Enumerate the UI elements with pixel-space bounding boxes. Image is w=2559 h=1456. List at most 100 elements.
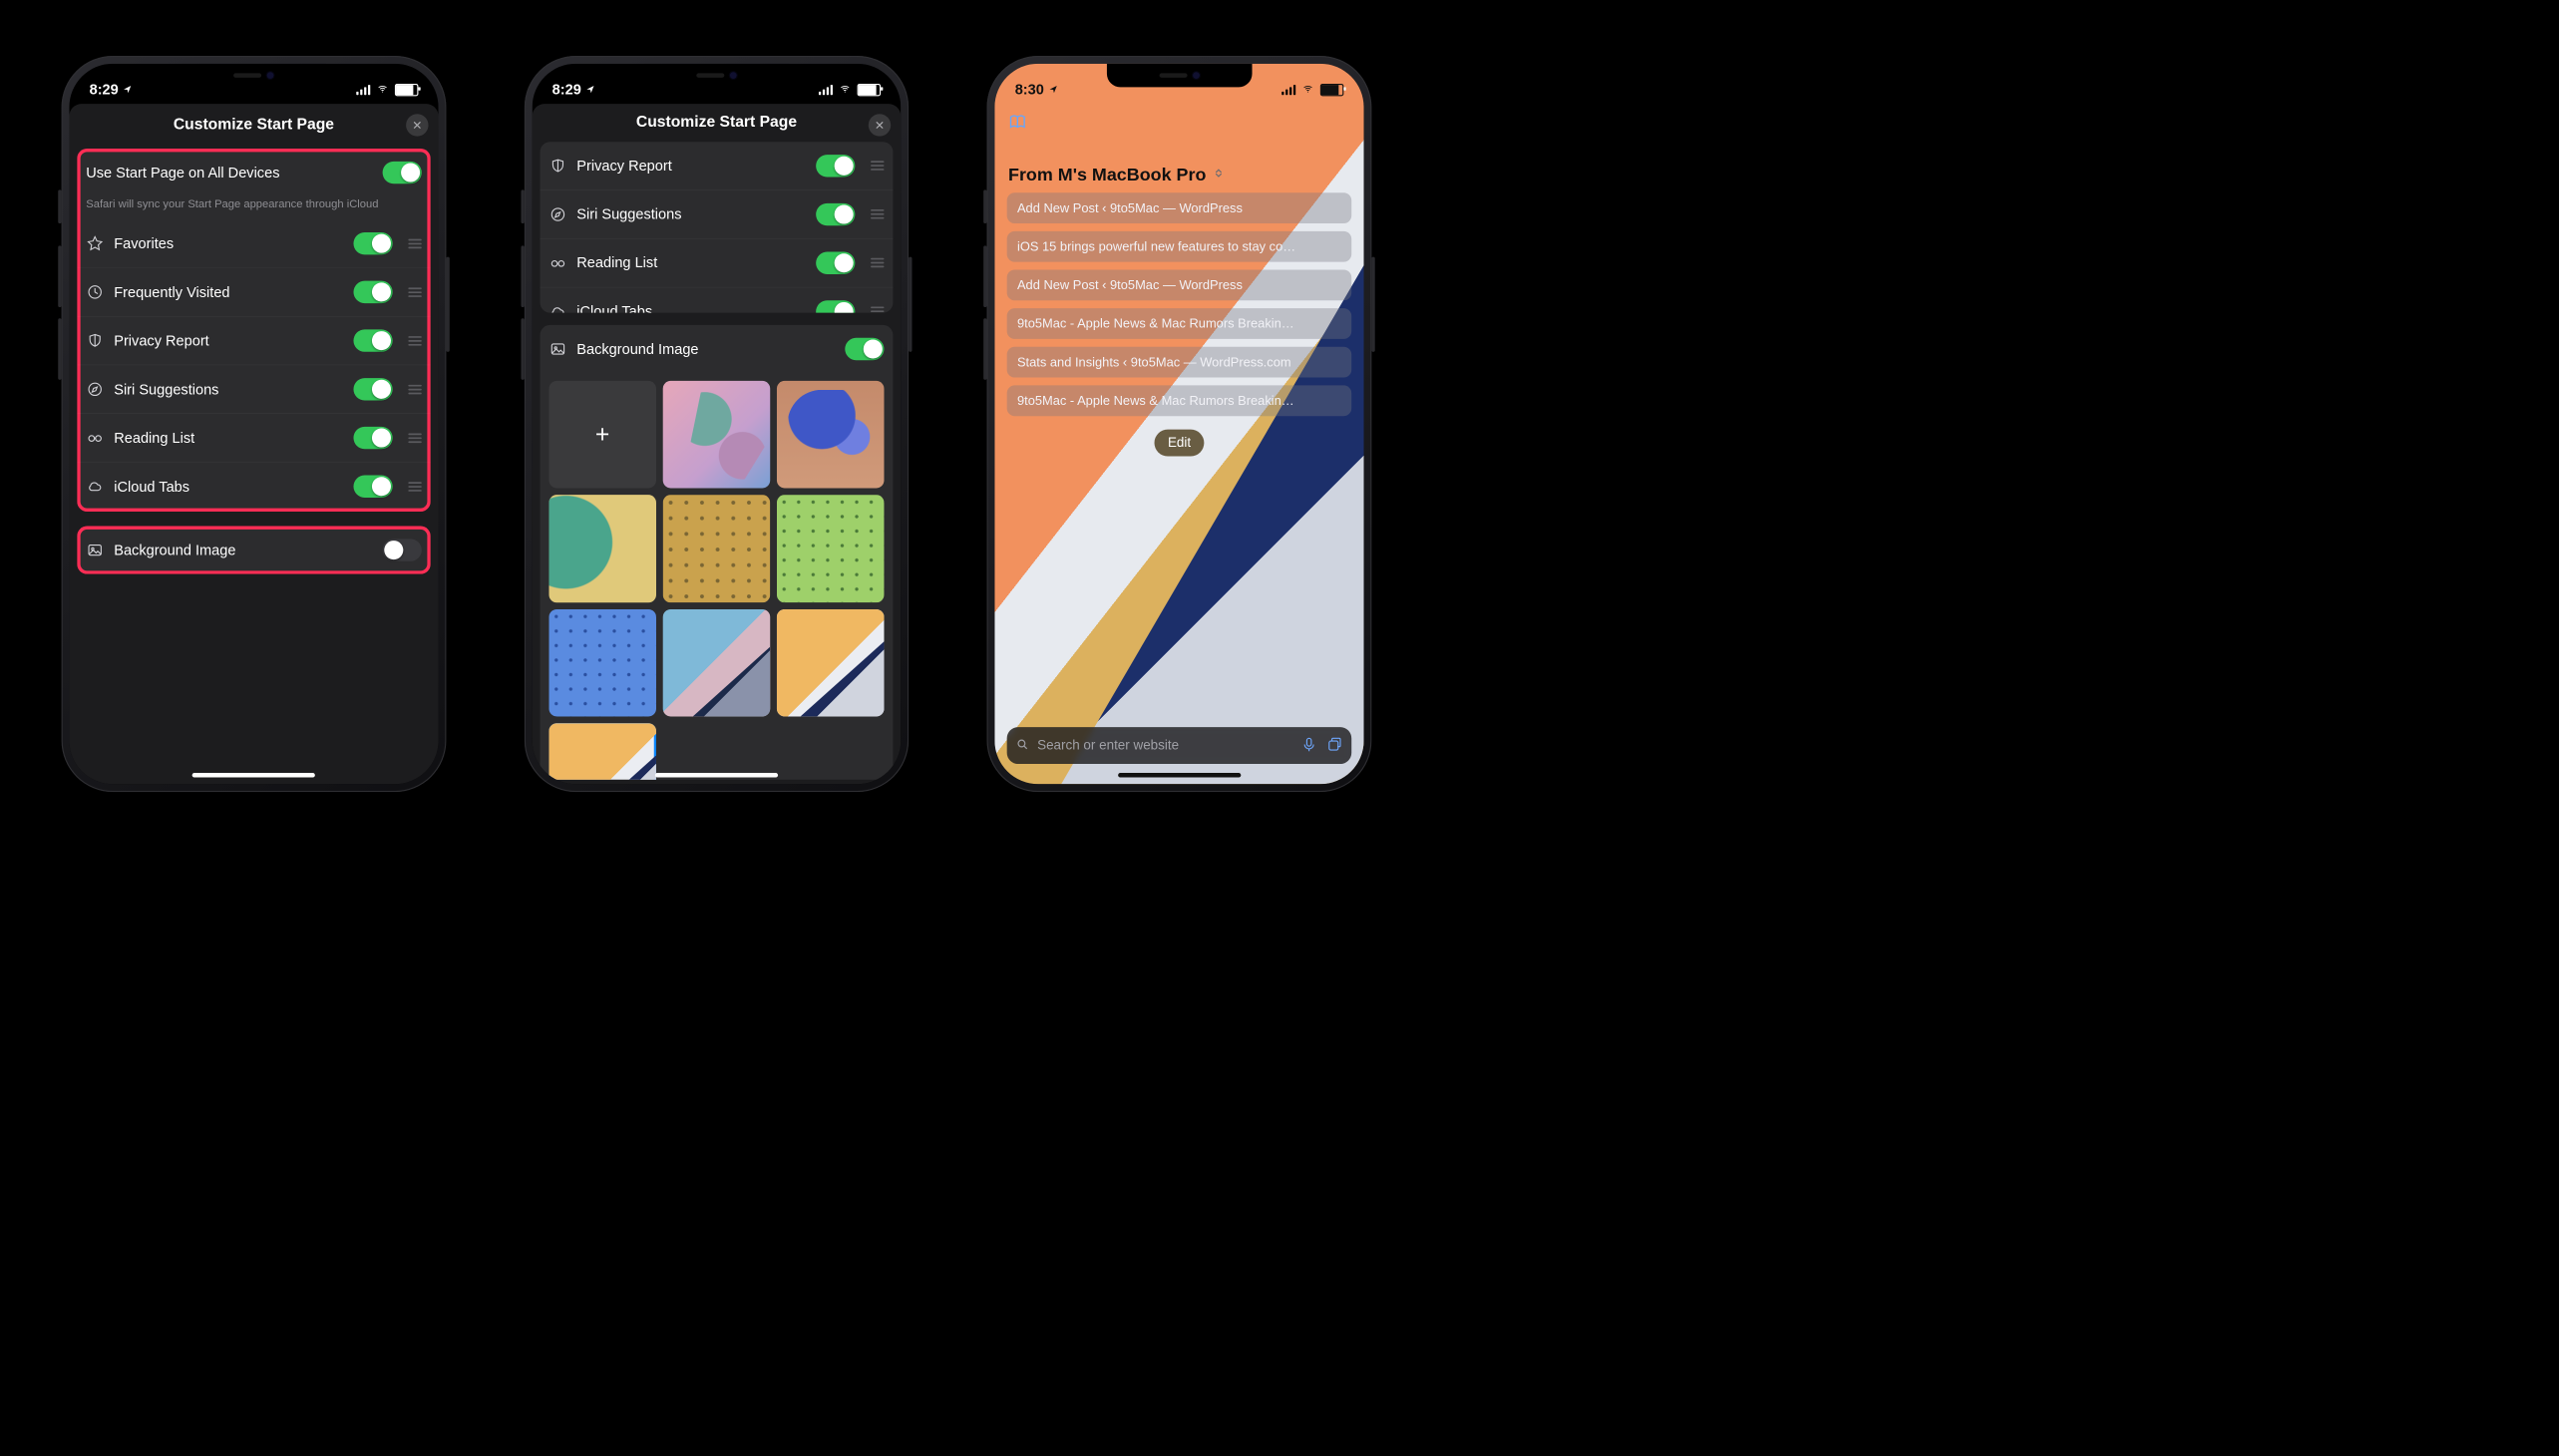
option-row-star[interactable]: Favorites: [77, 219, 430, 267]
cellular-icon: [1281, 85, 1295, 95]
option-toggle[interactable]: [353, 476, 392, 498]
phone-3: 8:30 From M's MacBook Pro Add New Post ‹…: [987, 56, 1372, 792]
background-image-label: Background Image: [576, 340, 835, 357]
section-header[interactable]: From M's MacBook Pro: [1008, 165, 1350, 185]
clock-icon: [86, 283, 104, 301]
background-thumb-fold-1[interactable]: [663, 609, 771, 717]
option-row-shield[interactable]: Privacy Report: [540, 142, 893, 189]
start-page-content: From M's MacBook Pro Add New Post ‹ 9to5…: [995, 149, 1364, 711]
close-button[interactable]: [869, 114, 891, 136]
sheet-title: Customize Start Page: [174, 115, 334, 133]
handoff-link[interactable]: Add New Post ‹ 9to5Mac — WordPress: [1007, 269, 1351, 300]
background-thumb-butterfly[interactable]: [663, 381, 771, 489]
option-row-shield[interactable]: Privacy Report: [77, 316, 430, 365]
option-toggle[interactable]: [353, 281, 392, 303]
sync-help-text: Safari will sync your Start Page appeara…: [77, 196, 430, 219]
bookmarks-icon[interactable]: [1008, 113, 1027, 135]
home-indicator[interactable]: [1118, 773, 1241, 777]
section-title: From M's MacBook Pro: [1008, 165, 1206, 185]
close-button[interactable]: [406, 114, 428, 136]
handoff-link[interactable]: Stats and Insights ‹ 9to5Mac — WordPress…: [1007, 347, 1351, 378]
option-toggle[interactable]: [816, 251, 855, 273]
drag-handle-icon[interactable]: [408, 238, 421, 248]
home-indicator[interactable]: [655, 773, 778, 777]
image-icon: [548, 340, 566, 358]
status-time: 8:30: [1015, 81, 1044, 98]
background-image-section: Background Image +: [540, 325, 893, 780]
shield-icon: [86, 332, 104, 350]
background-thumbnails: +: [540, 373, 893, 780]
background-thumb-fold-2[interactable]: [548, 723, 656, 780]
options-section-highlighted: Use Start Page on All Devices Safari wil…: [77, 149, 430, 512]
option-label: Reading List: [576, 254, 806, 271]
handoff-link[interactable]: 9to5Mac - Apple News & Mac Rumors Breaki…: [1007, 308, 1351, 339]
sync-toggle[interactable]: [382, 162, 421, 183]
edit-button[interactable]: Edit: [1155, 430, 1205, 457]
background-thumb-dotted-g[interactable]: [777, 495, 885, 602]
wifi-icon: [839, 81, 852, 98]
option-row-glasses[interactable]: Reading List: [540, 238, 893, 287]
handoff-link[interactable]: iOS 15 brings powerful new features to s…: [1007, 231, 1351, 262]
drag-handle-icon[interactable]: [871, 307, 884, 313]
background-image-toggle[interactable]: [845, 338, 884, 360]
option-toggle[interactable]: [353, 427, 392, 449]
background-thumb-dotted-b[interactable]: [548, 609, 656, 717]
drag-handle-icon[interactable]: [871, 258, 884, 268]
dictation-icon[interactable]: [1301, 736, 1317, 754]
option-row-cloud[interactable]: iCloud Tabs: [77, 462, 430, 511]
background-thumb-fold-2[interactable]: [777, 609, 885, 717]
handoff-link[interactable]: Add New Post ‹ 9to5Mac — WordPress: [1007, 192, 1351, 223]
background-image-row[interactable]: Background Image: [77, 527, 430, 574]
background-thumb-crab[interactable]: [777, 381, 885, 489]
drag-handle-icon[interactable]: [871, 161, 884, 171]
background-thumb-dotted-y[interactable]: [663, 495, 771, 602]
drag-handle-icon[interactable]: [408, 385, 421, 395]
background-image-toggle[interactable]: [382, 539, 421, 560]
tabs-icon[interactable]: [1327, 736, 1343, 754]
drag-handle-icon[interactable]: [408, 433, 421, 443]
compass-icon: [86, 380, 104, 398]
option-toggle[interactable]: [816, 300, 855, 313]
option-toggle[interactable]: [353, 232, 392, 254]
add-background-button[interactable]: +: [548, 381, 656, 489]
wifi-icon: [1301, 81, 1314, 98]
shield-icon: [548, 157, 566, 175]
phone-2: 8:29 Customize Start Page Privacy Report…: [525, 56, 910, 792]
safari-toolbar: [995, 104, 1364, 143]
cellular-icon: [819, 85, 833, 95]
option-label: Siri Suggestions: [576, 205, 806, 222]
option-toggle[interactable]: [816, 203, 855, 225]
image-icon: [86, 542, 104, 559]
option-toggle[interactable]: [353, 378, 392, 400]
option-row-glasses[interactable]: Reading List: [77, 413, 430, 462]
background-thumb-chameleon[interactable]: [548, 495, 656, 602]
status-time: 8:29: [552, 81, 581, 98]
status-time: 8:29: [90, 81, 119, 98]
option-label: iCloud Tabs: [114, 478, 343, 495]
handoff-link[interactable]: 9to5Mac - Apple News & Mac Rumors Breaki…: [1007, 385, 1351, 416]
sheet-header: Customize Start Page: [532, 104, 901, 140]
search-bar[interactable]: Search or enter website: [1007, 727, 1351, 764]
option-label: Favorites: [114, 234, 343, 251]
battery-icon: [395, 84, 419, 96]
option-row-clock[interactable]: Frequently Visited: [77, 267, 430, 316]
notch: [182, 64, 327, 88]
option-toggle[interactable]: [353, 329, 392, 351]
option-toggle[interactable]: [816, 155, 855, 177]
option-row-compass[interactable]: Siri Suggestions: [77, 365, 430, 414]
option-label: Reading List: [114, 429, 343, 446]
drag-handle-icon[interactable]: [871, 209, 884, 219]
drag-handle-icon[interactable]: [408, 482, 421, 492]
options-section: Privacy Report Siri Suggestions Reading …: [540, 142, 893, 313]
drag-handle-icon[interactable]: [408, 287, 421, 297]
background-image-section-highlighted: Background Image: [77, 527, 430, 574]
notch: [1107, 64, 1253, 88]
background-image-row[interactable]: Background Image: [540, 325, 893, 373]
option-row-compass[interactable]: Siri Suggestions: [540, 189, 893, 238]
option-row-cloud[interactable]: iCloud Tabs: [540, 287, 893, 313]
drag-handle-icon[interactable]: [408, 336, 421, 346]
use-start-page-all-devices-row[interactable]: Use Start Page on All Devices: [77, 149, 430, 196]
option-label: Siri Suggestions: [114, 381, 343, 398]
home-indicator[interactable]: [192, 773, 315, 777]
location-icon: [585, 81, 595, 98]
